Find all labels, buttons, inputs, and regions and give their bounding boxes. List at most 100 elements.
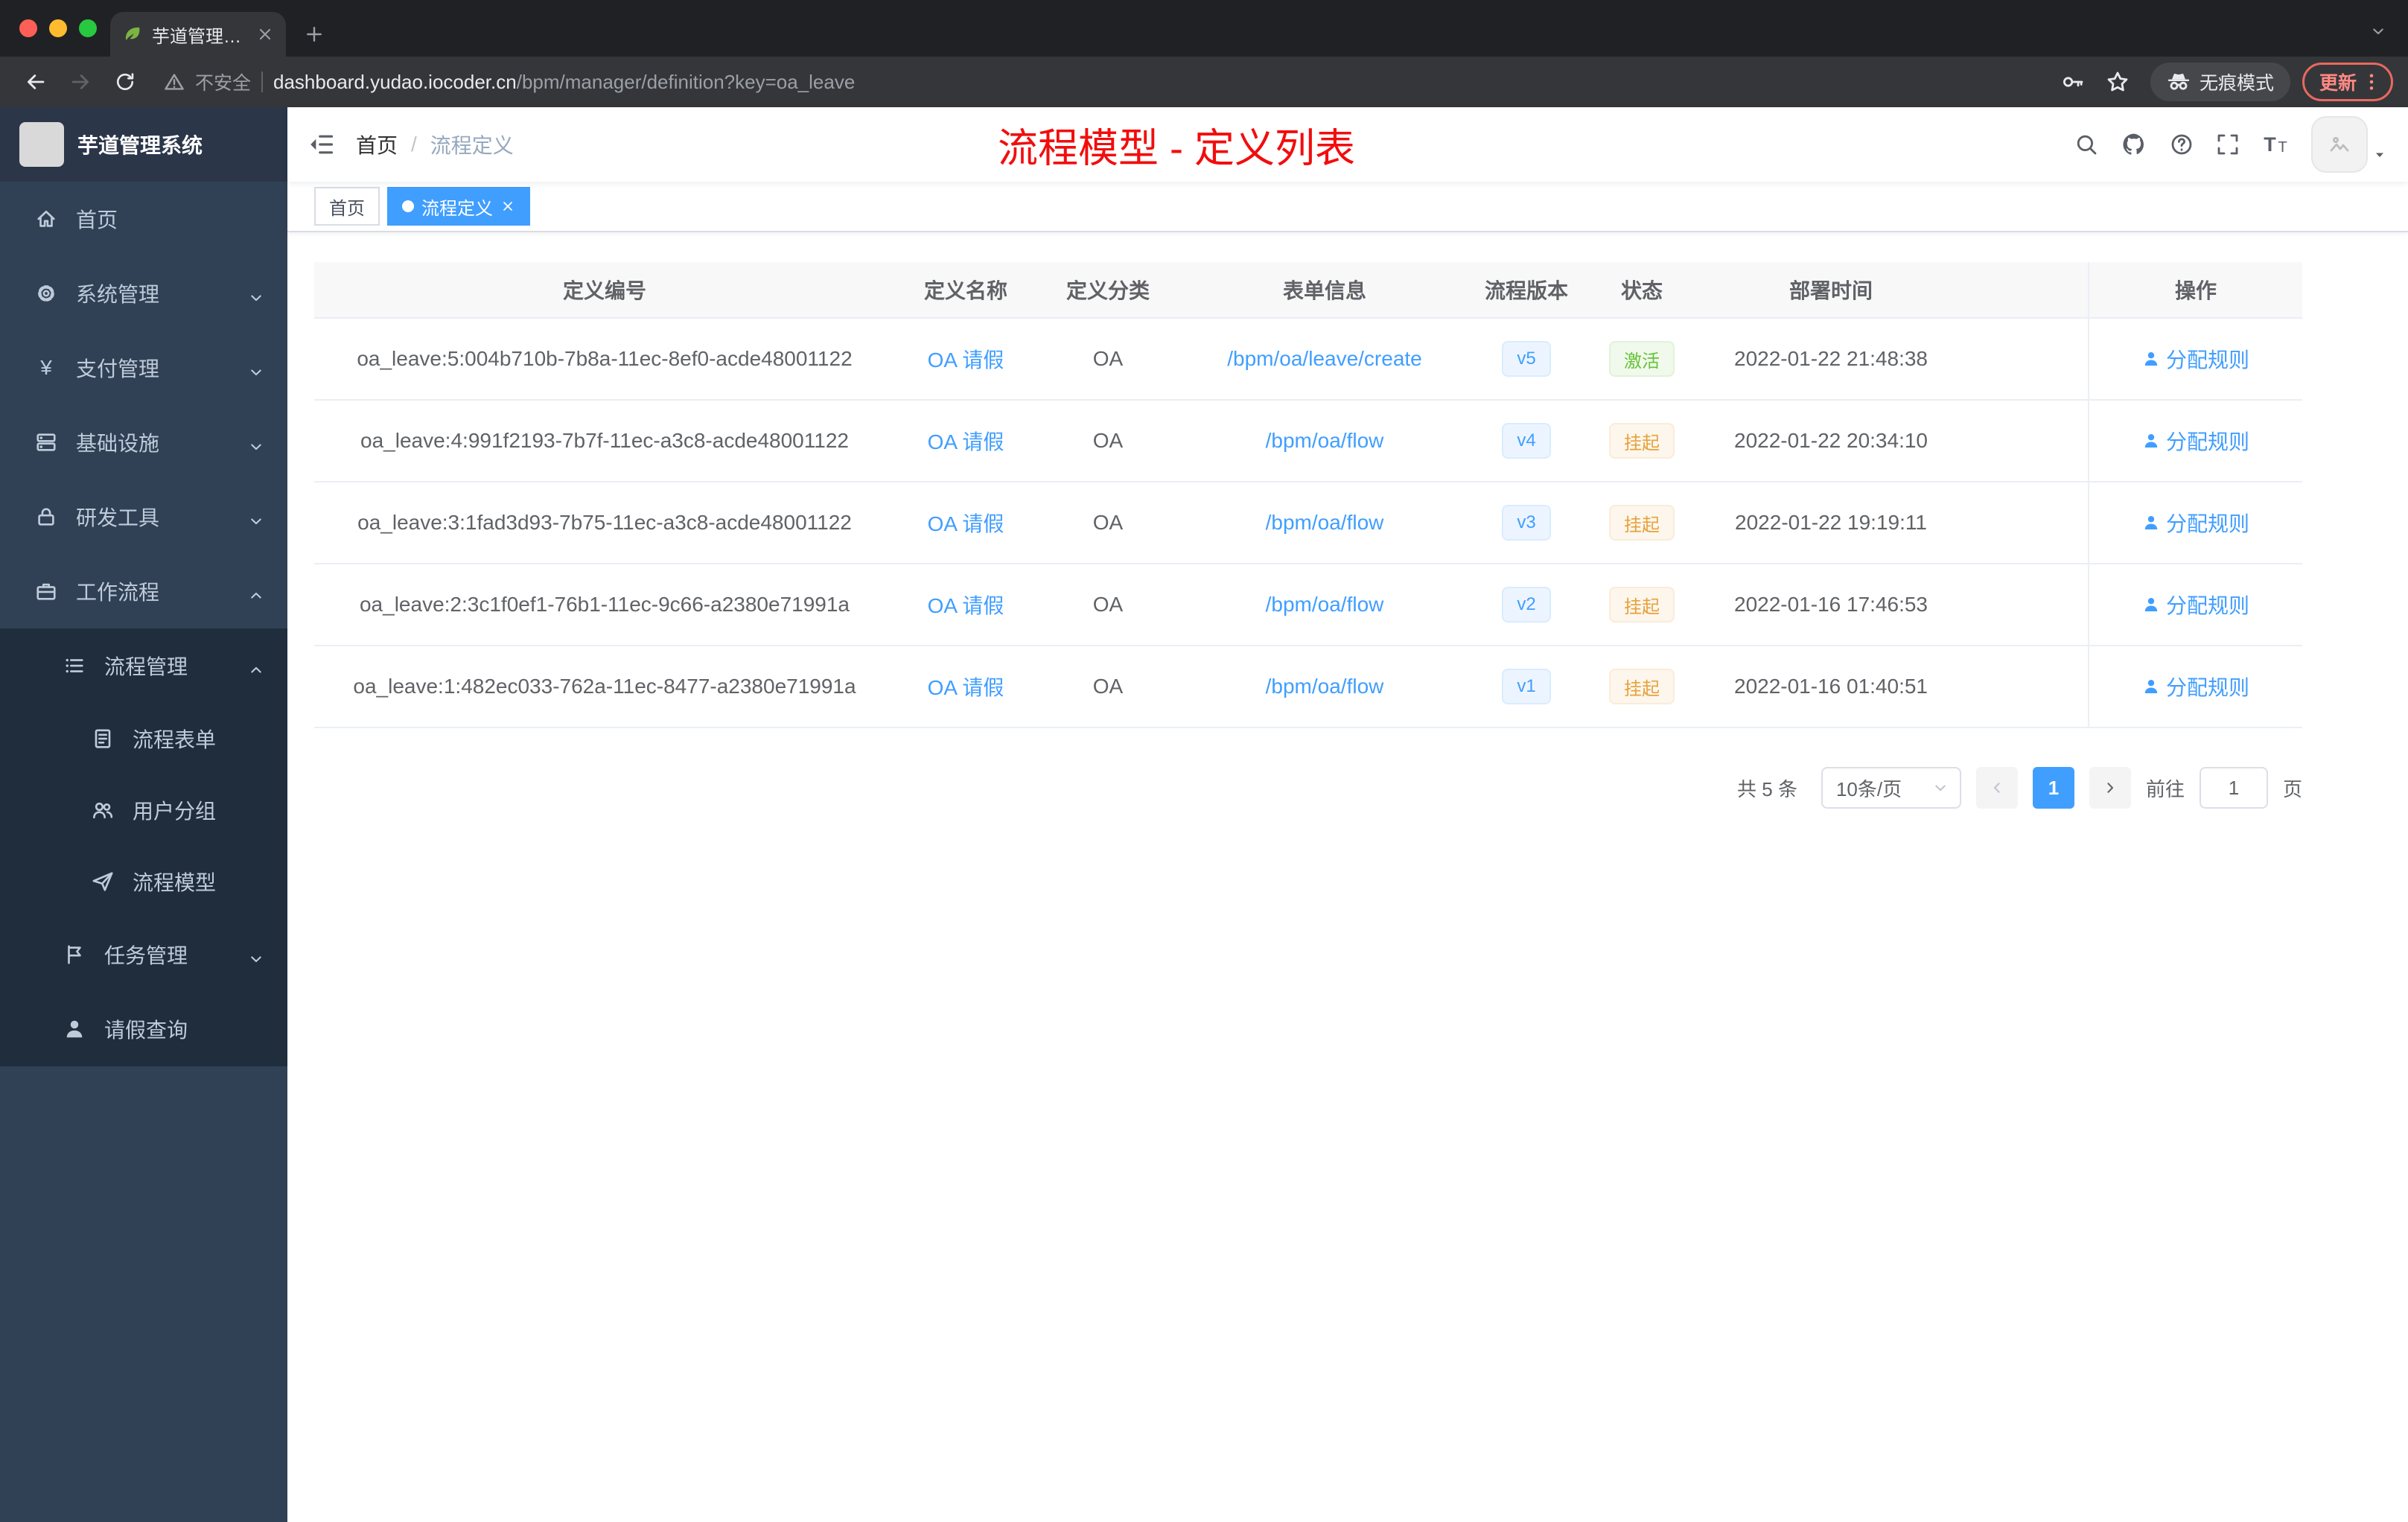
window-zoom-button[interactable] <box>79 19 97 37</box>
deploy-time: 2022-01-22 19:19:11 <box>1735 511 1927 534</box>
assign-rule-link[interactable]: 分配规则 <box>2142 344 2249 374</box>
form-info-link[interactable]: /bpm/oa/flow <box>1266 511 1384 535</box>
browser-menu-kebab-icon[interactable] <box>2361 71 2382 92</box>
total-count: 共 5 条 <box>1737 777 1797 800</box>
app-logo[interactable]: 芋道管理系统 <box>0 107 287 182</box>
sidebar-item-home[interactable]: 首页 <box>0 182 287 256</box>
browser-tab[interactable]: 芋道管理系统 <box>110 12 286 57</box>
sidebar-item-process-form[interactable]: 流程表单 <box>0 703 287 774</box>
table-row: oa_leave:2:3c1f0ef1-76b1-11ec-9c66-a2380… <box>314 564 2302 646</box>
sidebar-item-label: 流程表单 <box>133 728 217 751</box>
sidebar-item-user-group[interactable]: 用户分组 <box>0 774 287 846</box>
search-icon[interactable] <box>2074 133 2098 156</box>
sidebar-toggle-button[interactable] <box>287 107 356 182</box>
sidebar-item-label: 任务管理 <box>104 944 188 967</box>
sidebar-item-label: 基础设施 <box>76 432 160 455</box>
assign-rule-link[interactable]: 分配规则 <box>2142 590 2249 620</box>
tag-home[interactable]: 首页 <box>314 187 380 226</box>
window-minimize-button[interactable] <box>49 19 67 37</box>
avatar[interactable] <box>2311 116 2368 173</box>
definition-name-link[interactable]: OA 请假 <box>928 426 1004 456</box>
col-definition-name: 定义名称 <box>923 279 1007 302</box>
version-tag: v3 <box>1502 505 1551 541</box>
not-secure-warning-icon <box>164 71 185 92</box>
tab-favicon-icon <box>122 24 143 45</box>
definition-name-link[interactable]: OA 请假 <box>928 508 1004 538</box>
table-row: oa_leave:4:991f2193-7b7f-11ec-a3c8-acde4… <box>314 401 2302 483</box>
sidebar-menu: 首页 系统管理 ¥ 支付管理 基础设施 研发工具 工作流程 流程管理 流程表单 … <box>0 182 287 1066</box>
sidebar-item-process-management[interactable]: 流程管理 <box>0 628 287 703</box>
sidebar-item-leave-query[interactable]: 请假查询 <box>0 992 287 1066</box>
github-icon[interactable] <box>2121 131 2147 158</box>
user-icon <box>2142 514 2160 532</box>
deploy-time: 2022-01-16 17:46:53 <box>1734 593 1928 616</box>
sidebar-item-process-model[interactable]: 流程模型 <box>0 846 287 917</box>
version-tag: v1 <box>1502 669 1551 704</box>
update-button[interactable]: 更新 <box>2302 63 2393 101</box>
status-tag: 挂起 <box>1609 587 1675 623</box>
form-info-link[interactable]: /bpm/oa/leave/create <box>1227 347 1422 371</box>
sidebar-item-task-management[interactable]: 任务管理 <box>0 917 287 992</box>
goto-page-input[interactable] <box>2199 767 2268 809</box>
back-button[interactable] <box>15 61 57 103</box>
version-tag: v4 <box>1502 423 1551 459</box>
assign-rule-link[interactable]: 分配规则 <box>2142 508 2249 538</box>
form-info-link[interactable]: /bpm/oa/flow <box>1266 675 1384 698</box>
tags-view: 首页 流程定义 <box>287 182 2408 232</box>
breadcrumb-home[interactable]: 首页 <box>356 130 398 159</box>
assign-rule-link[interactable]: 分配规则 <box>2142 672 2249 701</box>
reload-button[interactable] <box>104 61 146 103</box>
definition-name-link[interactable]: OA 请假 <box>928 672 1004 701</box>
tab-close-icon[interactable] <box>256 25 274 43</box>
sidebar-item-infrastructure[interactable]: 基础设施 <box>0 405 287 480</box>
address-bar[interactable]: 不安全 dashboard.yudao.iocoder.cn/bpm/manag… <box>149 61 2049 103</box>
sidebar-item-system-management[interactable]: 系统管理 <box>0 256 287 331</box>
new-tab-button[interactable] <box>295 15 334 54</box>
definition-name-link[interactable]: OA 请假 <box>928 590 1004 620</box>
deploy-time: 2022-01-16 01:40:51 <box>1734 675 1928 698</box>
definition-name-link[interactable]: OA 请假 <box>928 344 1004 374</box>
next-page-button[interactable] <box>2089 767 2131 809</box>
definition-category: OA <box>1092 429 1124 452</box>
bookmark-star-button[interactable] <box>2097 61 2138 103</box>
definition-category: OA <box>1092 593 1124 616</box>
tab-search-button[interactable] <box>2369 16 2387 43</box>
col-deploy-time: 部署时间 <box>1789 279 1873 302</box>
chevron-up-icon <box>247 657 265 681</box>
tag-current[interactable]: 流程定义 <box>387 187 530 226</box>
help-icon[interactable] <box>2170 133 2194 156</box>
page-size-select[interactable]: 10条/页 <box>1821 767 1961 809</box>
process-management-icon <box>63 655 86 677</box>
process-form-icon <box>91 727 115 750</box>
forward-button[interactable] <box>60 61 101 103</box>
assign-rule-label: 分配规则 <box>2165 430 2249 453</box>
form-info-link[interactable]: /bpm/oa/flow <box>1266 593 1384 617</box>
user-menu[interactable] <box>2311 116 2387 173</box>
definition-id: oa_leave:1:482ec033-762a-11ec-8477-a2380… <box>353 675 856 698</box>
window-close-button[interactable] <box>19 19 37 37</box>
table-row: oa_leave:5:004b710b-7b8a-11ec-8ef0-acde4… <box>314 319 2302 401</box>
table-body: oa_leave:5:004b710b-7b8a-11ec-8ef0-acde4… <box>314 319 2302 728</box>
password-key-button[interactable] <box>2052 61 2094 103</box>
status-tag: 挂起 <box>1609 423 1675 459</box>
breadcrumb-separator: / <box>411 133 417 156</box>
definition-category: OA <box>1092 675 1124 698</box>
assign-rule-label: 分配规则 <box>2165 348 2249 372</box>
sidebar-item-payment-management[interactable]: ¥ 支付管理 <box>0 331 287 405</box>
update-label: 更新 <box>2319 73 2357 94</box>
workflow-submenu: 流程管理 流程表单 用户分组 流程模型 任务管理 请假查询 <box>0 628 287 1066</box>
tag-close-icon[interactable] <box>500 199 515 214</box>
version-tag: v2 <box>1502 587 1551 623</box>
prev-page-button[interactable] <box>1975 767 2018 809</box>
chevron-down-icon <box>247 359 265 383</box>
user-group-icon <box>91 799 115 821</box>
security-label: 不安全 <box>195 73 252 94</box>
page-1-button[interactable]: 1 <box>2032 767 2074 809</box>
sidebar-item-devtools[interactable]: 研发工具 <box>0 480 287 554</box>
font-size-icon[interactable] <box>2262 131 2289 158</box>
fullscreen-icon[interactable] <box>2216 133 2240 156</box>
sidebar-item-workflow[interactable]: 工作流程 <box>0 554 287 628</box>
leave-query-icon <box>63 1018 86 1040</box>
form-info-link[interactable]: /bpm/oa/flow <box>1266 429 1384 453</box>
assign-rule-link[interactable]: 分配规则 <box>2142 426 2249 456</box>
